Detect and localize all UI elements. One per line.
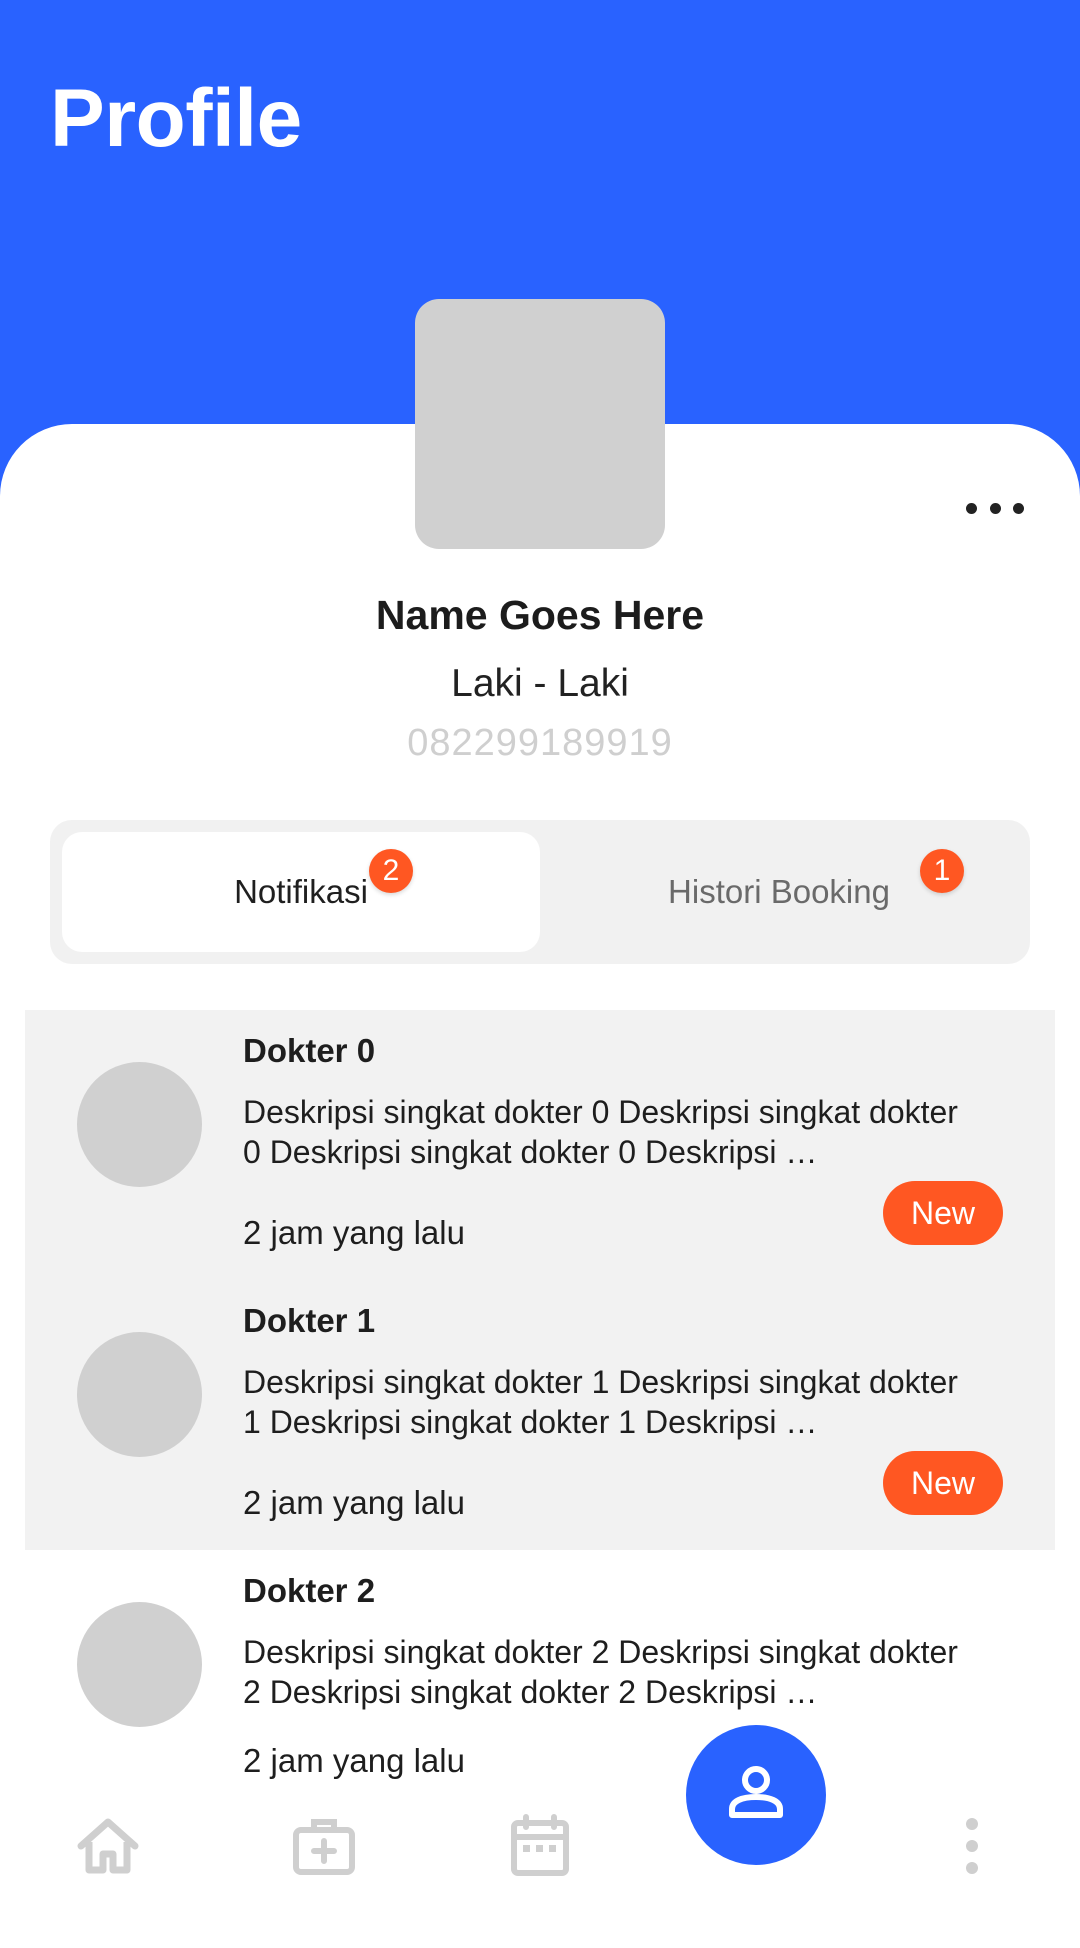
new-badge: New	[883, 1181, 1003, 1245]
nav-profile[interactable]	[686, 1725, 826, 1865]
notification-item[interactable]: Dokter 0 Deskripsi singkat dokter 0 Desk…	[25, 1010, 1055, 1280]
notification-content: Dokter 0 Deskripsi singkat dokter 0 Desk…	[243, 1032, 1055, 1251]
profile-icon	[726, 1765, 786, 1826]
segmented-tabs: Notifikasi 2 Histori Booking 1	[50, 820, 1030, 964]
page-title: Profile	[50, 73, 302, 164]
home-icon	[75, 1814, 141, 1883]
calendar-icon	[509, 1813, 571, 1884]
notification-time: 2 jam yang lalu	[243, 1214, 465, 1251]
nav-home[interactable]	[58, 1798, 158, 1898]
nav-calendar[interactable]	[490, 1798, 590, 1898]
profile-screen: Profile Name Goes Here Laki - Laki 08229…	[0, 0, 1080, 1948]
bottom-navigation	[0, 1782, 1080, 1948]
profile-gender: Laki - Laki	[451, 662, 629, 705]
notification-title: Dokter 0	[243, 1032, 376, 1069]
notification-time: 2 jam yang lalu	[243, 1742, 465, 1779]
notification-description: Deskripsi singkat dokter 0 Deskripsi sin…	[243, 1094, 958, 1170]
notification-content: Dokter 2 Deskripsi singkat dokter 2 Desk…	[243, 1572, 1080, 1779]
notifikasi-count-badge: 2	[369, 849, 413, 893]
doctor-avatar	[77, 1602, 202, 1727]
nav-medical[interactable]	[274, 1798, 374, 1898]
tab-histori-booking-label: Histori Booking	[668, 873, 890, 910]
histori-booking-count-badge: 1	[920, 849, 964, 893]
more-vertical-icon	[962, 1816, 982, 1881]
notification-title: Dokter 1	[243, 1302, 376, 1339]
notification-description: Deskripsi singkat dokter 1 Deskripsi sin…	[243, 1364, 958, 1440]
profile-avatar[interactable]	[415, 299, 665, 549]
medical-kit-icon	[291, 1814, 357, 1883]
doctor-avatar	[77, 1332, 202, 1457]
notification-title: Dokter 2	[243, 1572, 376, 1609]
tab-histori-booking[interactable]: Histori Booking 1	[540, 832, 1018, 952]
nav-more[interactable]	[922, 1798, 1022, 1898]
notification-list: Dokter 0 Deskripsi singkat dokter 0 Desk…	[0, 1010, 1080, 1820]
notification-item[interactable]: Dokter 1 Deskripsi singkat dokter 1 Desk…	[25, 1280, 1055, 1550]
profile-name: Name Goes Here	[375, 592, 705, 638]
notification-time: 2 jam yang lalu	[243, 1484, 465, 1521]
doctor-avatar	[77, 1062, 202, 1187]
notification-item[interactable]: Dokter 2 Deskripsi singkat dokter 2 Desk…	[0, 1550, 1080, 1820]
tab-notifikasi-label: Notifikasi	[234, 873, 368, 910]
profile-phone: 082299189919	[407, 722, 673, 764]
notification-content: Dokter 1 Deskripsi singkat dokter 1 Desk…	[243, 1302, 1055, 1521]
more-options-icon[interactable]	[966, 488, 1024, 528]
notification-description: Deskripsi singkat dokter 2 Deskripsi sin…	[243, 1634, 958, 1710]
new-badge: New	[883, 1451, 1003, 1515]
tab-notifikasi[interactable]: Notifikasi 2	[62, 832, 540, 952]
